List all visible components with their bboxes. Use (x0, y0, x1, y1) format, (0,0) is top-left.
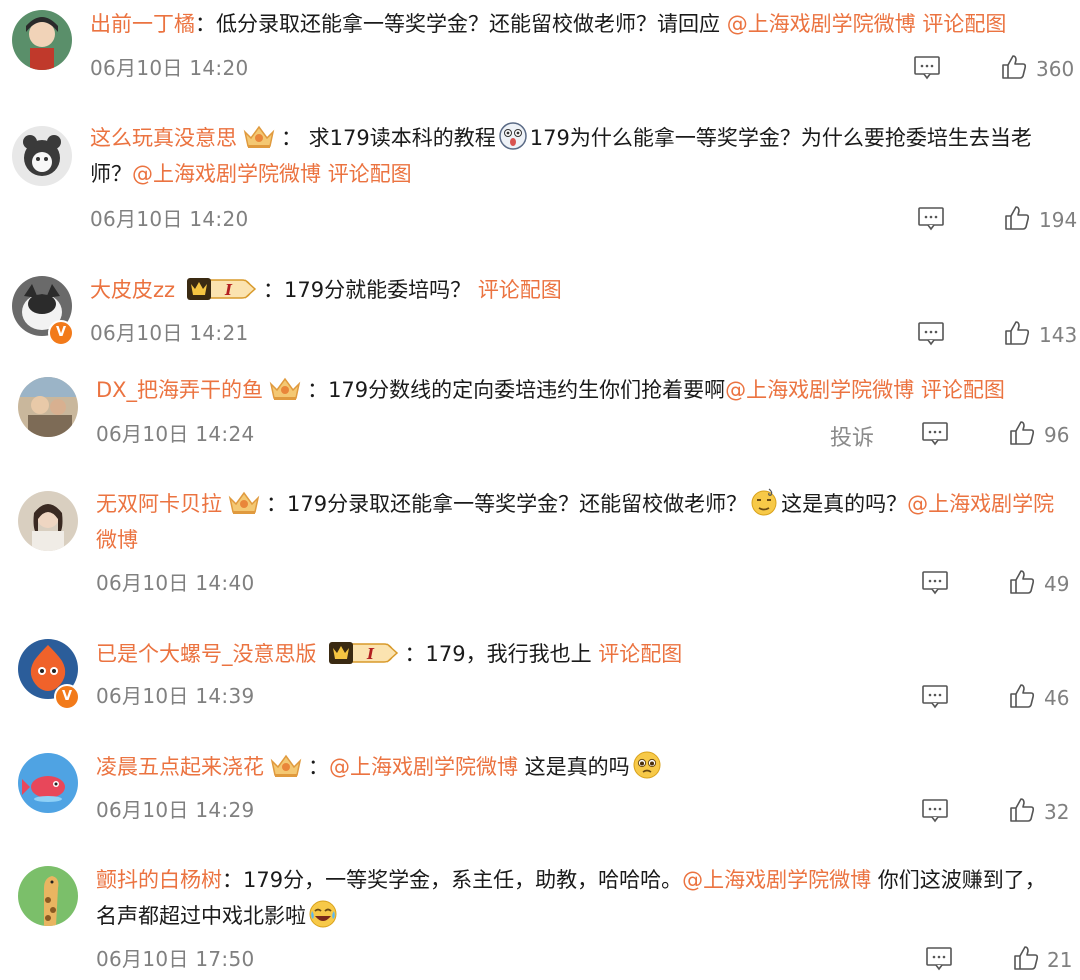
mention-link[interactable]: @上海戏剧学院微博 (727, 12, 916, 36)
like-count: 32 (1044, 800, 1070, 824)
comment-icon[interactable] (922, 422, 948, 446)
mention-link[interactable]: @上海戏剧学院微博 (725, 378, 914, 402)
avatar[interactable] (12, 126, 72, 186)
avatar[interactable] (18, 377, 78, 437)
shocked-face-icon (498, 121, 528, 151)
thumbs-up-icon[interactable] (1001, 54, 1027, 80)
colon: ： (263, 278, 285, 302)
spacer-text (321, 162, 328, 186)
colon: ： (281, 126, 302, 150)
avatar[interactable] (12, 10, 72, 70)
laughing-crying-face-icon (308, 899, 338, 929)
crown-medal-icon (226, 490, 262, 516)
image-link[interactable]: 评论配图 (598, 642, 682, 666)
vip-crown-badge-icon: I (187, 276, 257, 302)
thumbs-up-icon[interactable] (1009, 683, 1035, 709)
crown-medal-icon (268, 753, 304, 779)
username[interactable]: 已是个大螺号_没意思版 (96, 642, 317, 666)
username[interactable]: 颤抖的白杨树 (96, 868, 222, 892)
colon: ： (307, 378, 329, 402)
thumbs-up-icon[interactable] (1004, 320, 1030, 346)
thumbs-up-icon[interactable] (1009, 569, 1035, 595)
comment-text: 179，我行我也上 (425, 642, 599, 666)
username[interactable]: 无双阿卡贝拉 (96, 492, 222, 516)
timestamp: 06月10日 14:40 (96, 571, 255, 595)
timestamp: 06月10日 14:20 (90, 56, 249, 80)
avatar[interactable] (18, 491, 78, 551)
colon: ： (195, 12, 216, 36)
username[interactable]: 出前一丁橘 (90, 12, 195, 36)
pleading-face-icon (632, 750, 662, 780)
like-count: 96 (1044, 423, 1070, 447)
username[interactable]: 大皮皮zz (90, 278, 175, 302)
verified-badge-icon: V (54, 684, 80, 710)
comment-text: 179分，一等奖学金，系主任，助教，哈哈哈。 (243, 868, 683, 892)
image-link[interactable]: 评论配图 (478, 278, 562, 302)
comment-text: 179分就能委培吗？ (284, 278, 478, 302)
image-link[interactable]: 评论配图 (922, 12, 1006, 36)
mention-link[interactable]: @上海戏剧学院微博 (329, 755, 518, 779)
username[interactable]: 凌晨五点起来浇花 (96, 755, 264, 779)
avatar[interactable] (18, 753, 78, 813)
comment-text: 179分数线的定向委培违约生你们抢着要啊 (328, 378, 726, 402)
comment-text: 这是真的吗？ (781, 492, 908, 516)
verified-badge-icon: V (48, 320, 74, 346)
image-link[interactable]: 评论配图 (328, 162, 412, 186)
crown-medal-icon (267, 376, 303, 402)
username[interactable]: 这么玩真没意思 (90, 126, 237, 150)
like-count: 194 (1039, 208, 1078, 232)
comment-icon[interactable] (922, 799, 948, 823)
comment-icon[interactable] (918, 207, 944, 231)
comment-text: 求179读本科的教程 (302, 126, 496, 150)
timestamp: 06月10日 14:20 (90, 207, 249, 231)
timestamp: 06月10日 14:21 (90, 321, 249, 345)
spacer-text (914, 378, 921, 402)
timestamp: 06月10日 14:39 (96, 684, 255, 708)
colon: ： (266, 492, 287, 516)
comment-text: 179分录取还能拿一等奖学金？还能留校做老师？ (287, 492, 748, 516)
colon: ： (308, 755, 329, 779)
comment-icon[interactable] (914, 56, 940, 80)
colon: ： (222, 868, 243, 892)
colon: ： (404, 642, 426, 666)
like-count: 49 (1044, 572, 1070, 596)
comment-icon[interactable] (918, 322, 944, 346)
image-link[interactable]: 评论配图 (921, 378, 1005, 402)
thumbs-up-icon[interactable] (1009, 797, 1035, 823)
username[interactable]: DX_把海弄干的鱼 (96, 378, 263, 402)
mention-link[interactable]: @上海戏剧学院微博 (682, 868, 871, 892)
like-count: 46 (1044, 686, 1070, 710)
vip-crown-badge-icon: I (328, 640, 399, 666)
timestamp: 06月10日 14:29 (96, 798, 255, 822)
like-count: 21 (1047, 948, 1073, 972)
report-button[interactable]: 投诉 (830, 420, 874, 452)
comment-list: 出前一丁橘：低分录取还能拿一等奖学金？还能留校做老师？请回应 @上海戏剧学院微博… (0, 0, 1080, 980)
svg-text:I: I (366, 645, 375, 663)
dizzy-face-icon (749, 487, 779, 517)
timestamp: 06月10日 17:50 (96, 947, 255, 971)
comment-icon[interactable] (922, 571, 948, 595)
svg-text:I: I (224, 281, 233, 299)
timestamp: 06月10日 14:24 (96, 422, 255, 446)
thumbs-up-icon[interactable] (1013, 945, 1039, 971)
mention-link[interactable]: @上海戏剧学院微博 (132, 162, 321, 186)
thumbs-up-icon[interactable] (1004, 205, 1030, 231)
like-count: 143 (1039, 323, 1078, 347)
comment-text: 低分录取还能拿一等奖学金？还能留校做老师？请回应 (216, 12, 727, 36)
avatar[interactable] (18, 866, 78, 926)
crown-medal-icon (241, 124, 277, 150)
comment-icon[interactable] (922, 685, 948, 709)
thumbs-up-icon[interactable] (1009, 420, 1035, 446)
like-count: 360 (1036, 57, 1075, 81)
comment-text: 这是真的吗 (518, 755, 630, 779)
comment-icon[interactable] (926, 947, 952, 971)
